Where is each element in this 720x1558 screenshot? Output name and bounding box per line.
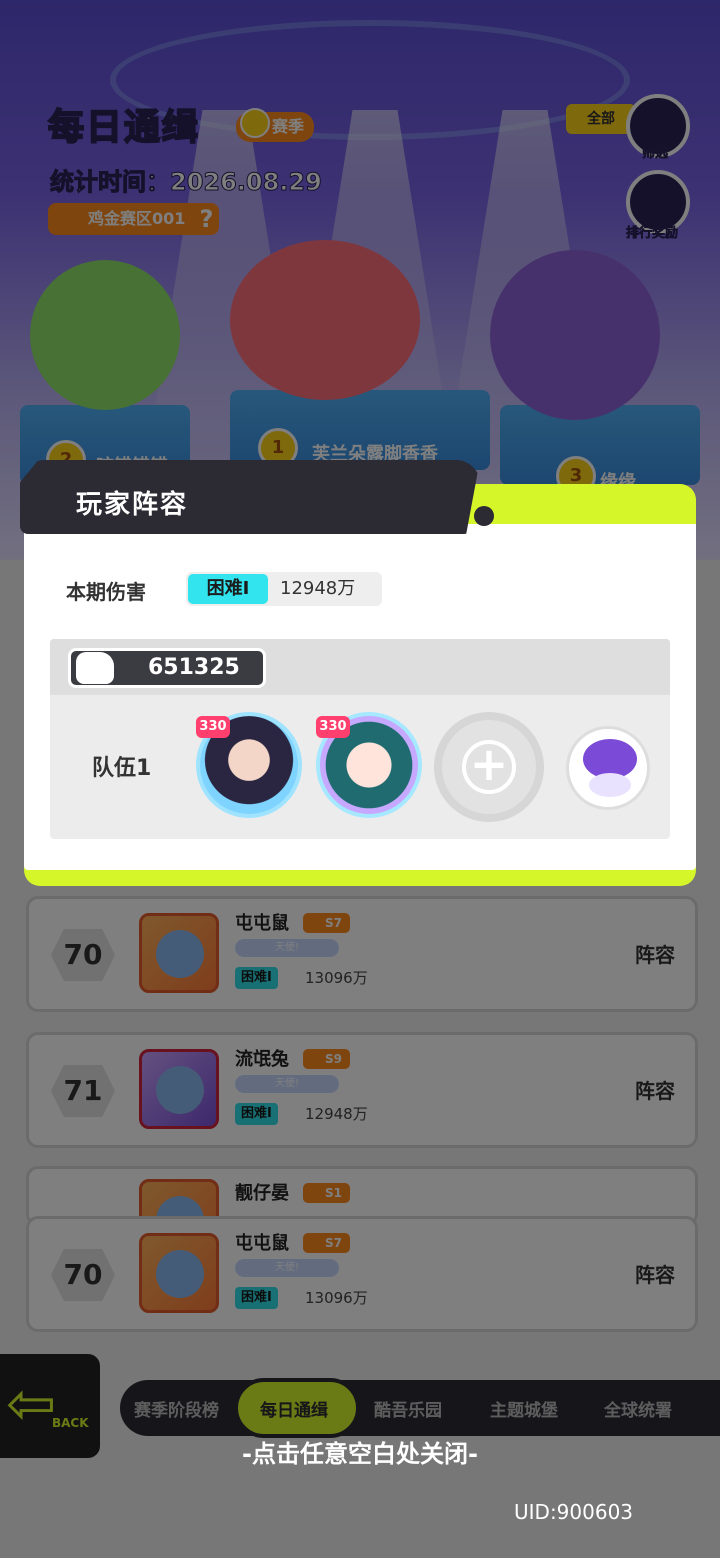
damage-value: 12948万 [280, 578, 356, 599]
fist-icon [76, 652, 114, 684]
decor-dot [442, 510, 456, 524]
hero-level-badge: 330 [316, 716, 350, 738]
plus-icon[interactable]: + [462, 740, 516, 794]
damage-label: 本期伤害 [66, 580, 146, 604]
close-hint: -点击任意空白处关闭- [242, 1440, 478, 1468]
team-label: 队伍1 [92, 756, 152, 781]
power-value: 651325 [148, 655, 240, 680]
hero-level-badge: 330 [196, 716, 230, 738]
difficulty-badge: 困难I [188, 574, 268, 604]
decor-dot [474, 506, 494, 526]
uid-label: UID:900603 [514, 1500, 634, 1524]
pet-face [589, 773, 631, 797]
pet-avatar[interactable] [566, 726, 650, 810]
modal-title: 玩家阵容 [76, 490, 189, 520]
